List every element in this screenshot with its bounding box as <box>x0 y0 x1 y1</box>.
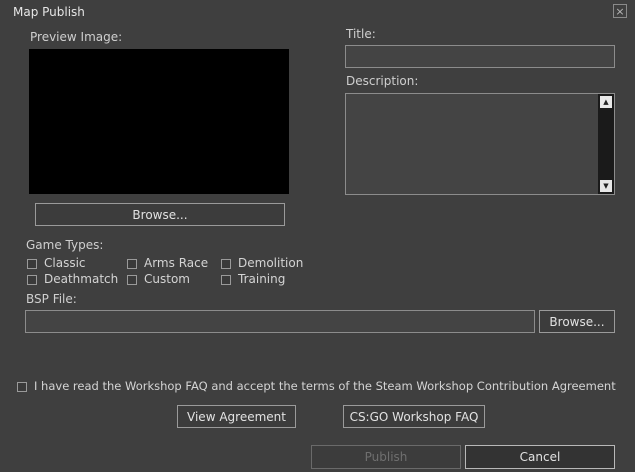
bsp-file-input[interactable] <box>25 310 535 333</box>
description-scrollbar[interactable]: ▲ ▼ <box>598 94 614 194</box>
scroll-down-icon[interactable]: ▼ <box>600 180 612 192</box>
custom-label: Custom <box>144 272 190 286</box>
preview-image <box>29 49 289 194</box>
training-checkbox[interactable] <box>221 275 231 285</box>
custom-checkbox[interactable] <box>127 275 137 285</box>
workshop-faq-button[interactable]: CS:GO Workshop FAQ <box>343 405 485 428</box>
game-types-label: Game Types: <box>26 238 104 252</box>
view-agreement-button[interactable]: View Agreement <box>177 405 296 428</box>
deathmatch-label: Deathmatch <box>44 272 119 286</box>
cancel-button[interactable]: Cancel <box>465 445 615 469</box>
agreement-checkbox[interactable] <box>17 382 27 392</box>
preview-image-label: Preview Image: <box>30 30 123 44</box>
window-title: Map Publish <box>13 5 85 19</box>
training-label: Training <box>238 272 286 286</box>
description-textarea[interactable] <box>345 93 615 195</box>
preview-browse-button[interactable]: Browse... <box>35 203 285 226</box>
classic-label: Classic <box>44 256 86 270</box>
classic-checkbox[interactable] <box>27 259 37 269</box>
scroll-up-icon[interactable]: ▲ <box>600 96 612 108</box>
demolition-checkbox[interactable] <box>221 259 231 269</box>
title-input[interactable] <box>345 45 615 68</box>
arms-race-label: Arms Race <box>144 256 209 270</box>
publish-button[interactable]: Publish <box>311 445 461 469</box>
agreement-text: I have read the Workshop FAQ and accept … <box>34 379 616 393</box>
arms-race-checkbox[interactable] <box>127 259 137 269</box>
description-label: Description: <box>346 74 419 88</box>
bsp-browse-button[interactable]: Browse... <box>539 310 615 333</box>
deathmatch-checkbox[interactable] <box>27 275 37 285</box>
demolition-label: Demolition <box>238 256 304 270</box>
title-label: Title: <box>346 27 376 41</box>
close-icon[interactable]: × <box>613 4 627 18</box>
bsp-file-label: BSP File: <box>26 292 77 306</box>
